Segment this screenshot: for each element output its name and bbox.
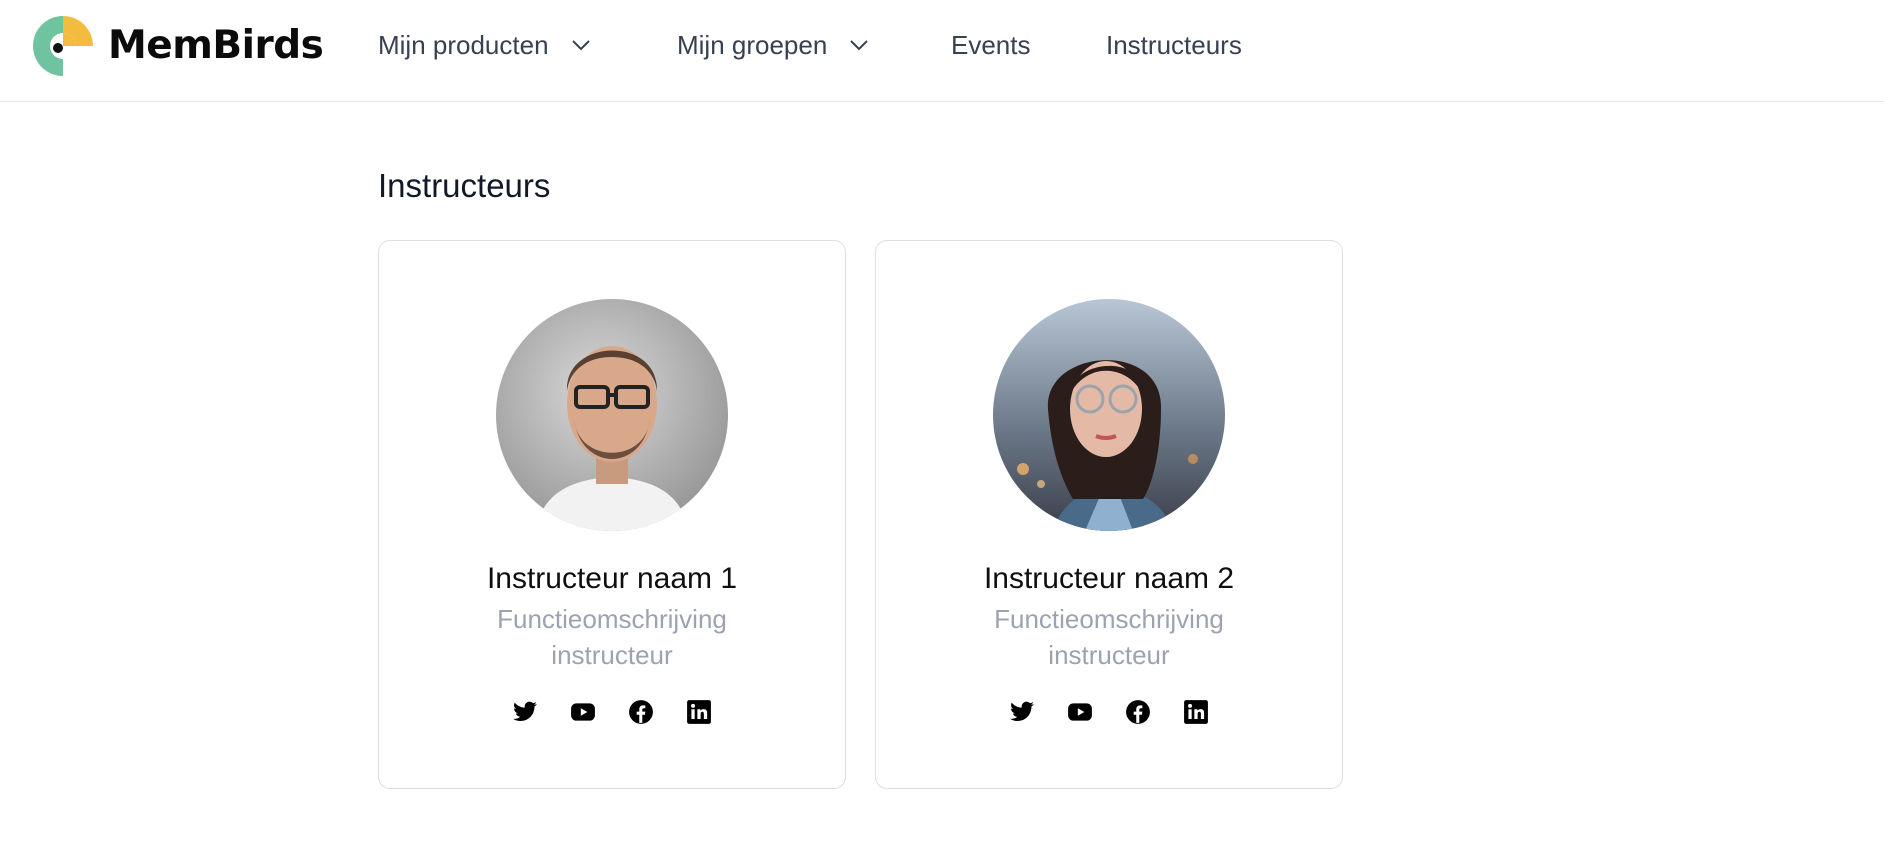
nav-label: Mijn producten (378, 30, 549, 60)
twitter-icon[interactable] (1009, 699, 1035, 725)
instructor-photo-avatar (496, 299, 728, 531)
top-navigation-bar: MemBirds Mijn producten Mijn groepen Eve… (0, 0, 1884, 102)
role-line: instructeur (1048, 640, 1170, 670)
brand-name[interactable]: MemBirds (108, 20, 324, 72)
instructor-role: Functieomschrijving instructeur (876, 601, 1342, 673)
instructor-card[interactable]: Instructeur naam 2 Functieomschrijving i… (875, 240, 1343, 789)
nav-mijn-groepen[interactable]: Mijn groepen (677, 25, 869, 65)
nav-label: Mijn groepen (677, 30, 828, 60)
role-line: Functieomschrijving (994, 604, 1224, 634)
facebook-icon[interactable] (628, 699, 654, 725)
role-line: instructeur (551, 640, 673, 670)
social-links (379, 699, 845, 725)
instructor-photo-avatar (993, 299, 1225, 531)
nav-instructeurs[interactable]: Instructeurs (1106, 25, 1242, 65)
nav-label: Instructeurs (1106, 30, 1242, 60)
chevron-down-icon (850, 40, 869, 51)
nav-mijn-producten[interactable]: Mijn producten (378, 25, 591, 65)
role-line: Functieomschrijving (497, 604, 727, 634)
nav-label: Events (951, 30, 1031, 60)
instructor-role: Functieomschrijving instructeur (379, 601, 845, 673)
social-links (876, 699, 1342, 725)
twitter-icon[interactable] (512, 699, 538, 725)
facebook-icon[interactable] (1125, 699, 1151, 725)
linkedin-icon[interactable] (686, 699, 712, 725)
instructor-name: Instructeur naam 2 (983, 562, 1235, 595)
page-title: Instructeurs (378, 167, 551, 204)
instructor-name: Instructeur naam 1 (486, 562, 738, 595)
nav-events[interactable]: Events (951, 25, 1031, 65)
linkedin-icon[interactable] (1183, 699, 1209, 725)
membirds-logo-icon[interactable] (32, 15, 94, 77)
chevron-down-icon (571, 40, 590, 51)
instructor-card[interactable]: Instructeur naam 1 Functieomschrijving i… (378, 240, 846, 789)
youtube-icon[interactable] (1067, 699, 1093, 725)
youtube-icon[interactable] (570, 699, 596, 725)
